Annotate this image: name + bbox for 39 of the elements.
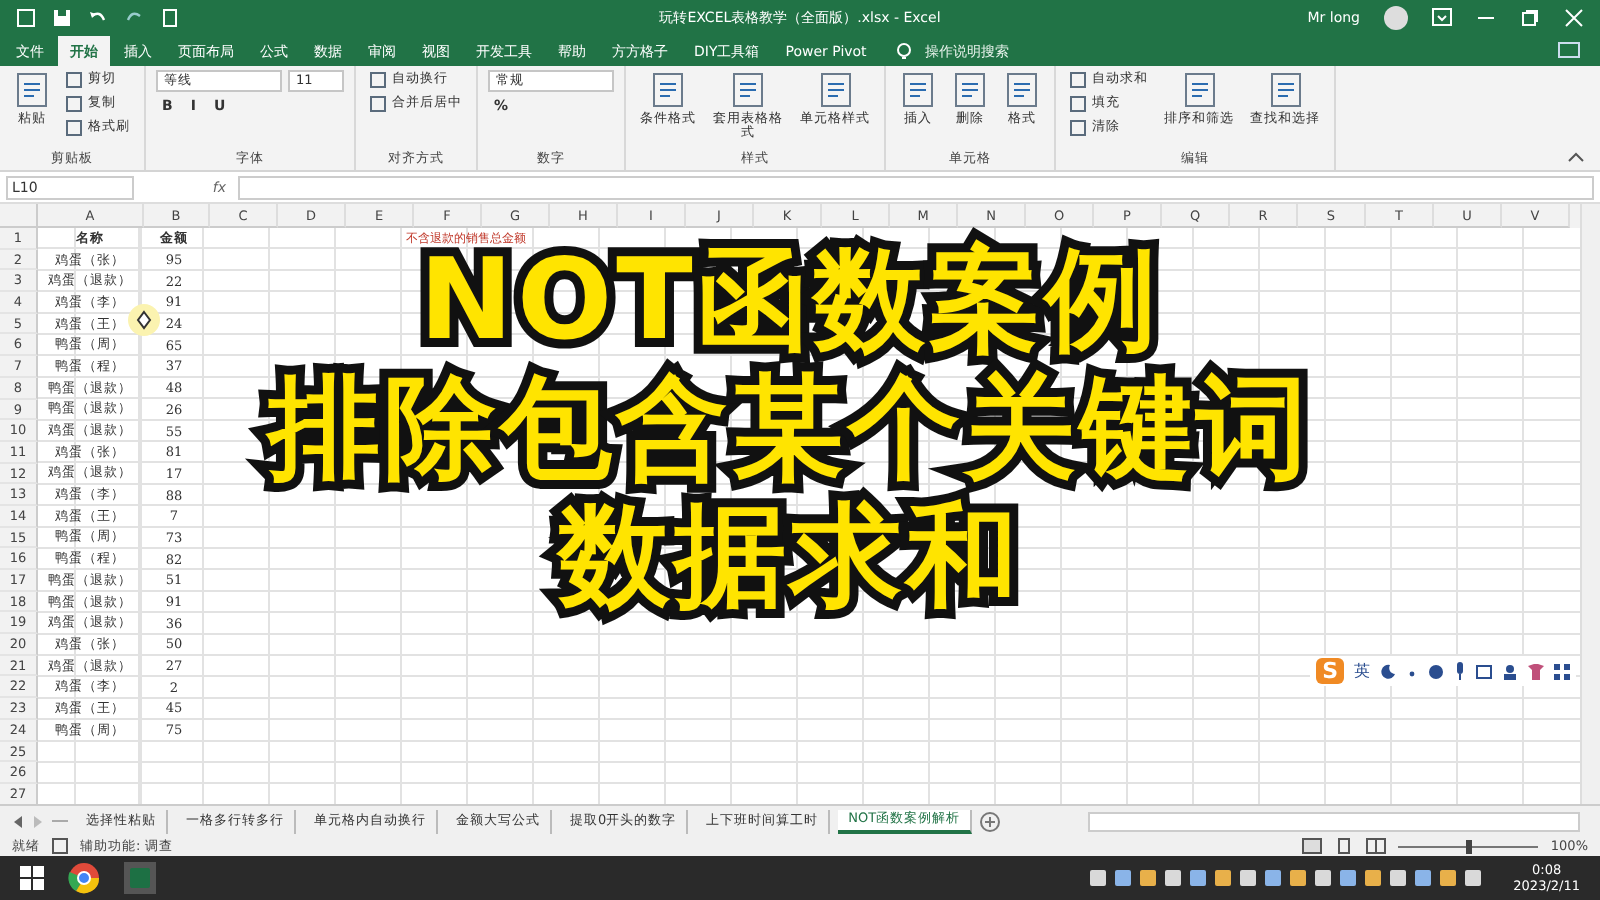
document-icon <box>1181 72 1217 108</box>
ribbon-display-icon[interactable] <box>1432 8 1452 26</box>
shirt-icon[interactable] <box>1528 663 1544 679</box>
restore-icon[interactable] <box>1520 7 1540 27</box>
add-sheet-icon[interactable] <box>980 811 1001 831</box>
vertical-scrollbar[interactable] <box>1580 204 1600 804</box>
page-break-icon[interactable] <box>1366 838 1387 854</box>
ime-logo: S <box>1316 658 1344 684</box>
ime-toolbar[interactable]: S 英 <box>1310 656 1576 686</box>
avatar-icon[interactable] <box>1384 5 1408 29</box>
person-icon[interactable] <box>1502 663 1518 679</box>
zoom-slider[interactable] <box>1466 839 1473 853</box>
document-icon <box>1004 72 1040 108</box>
windows-start-icon[interactable] <box>20 866 44 890</box>
macro-icon[interactable] <box>52 838 68 854</box>
previous-sheet-icon[interactable] <box>12 815 24 827</box>
moon-icon[interactable] <box>1380 663 1396 679</box>
collapse-ribbon-icon[interactable] <box>1568 152 1584 162</box>
browser-icon[interactable] <box>68 862 100 894</box>
keyboard-icon[interactable] <box>1476 663 1492 679</box>
formula-field[interactable] <box>238 175 1594 199</box>
document-icon <box>900 72 936 108</box>
page-layout-icon[interactable] <box>1334 838 1355 854</box>
lightbulb-icon <box>896 41 913 61</box>
horizontal-scrollbar[interactable] <box>1088 811 1580 831</box>
grid-icon[interactable] <box>1554 663 1570 679</box>
normal-view-icon[interactable] <box>1302 838 1323 854</box>
save-icon[interactable] <box>52 7 72 27</box>
document-icon <box>1267 72 1303 108</box>
microphone-icon[interactable] <box>1454 662 1466 680</box>
document-icon <box>14 72 50 108</box>
ime-mode[interactable]: 英 <box>1354 660 1370 682</box>
cursor-highlight-icon <box>128 304 160 336</box>
document-icon <box>730 72 766 108</box>
document-icon <box>952 72 988 108</box>
close-icon[interactable] <box>1564 7 1584 27</box>
document-icon <box>817 72 853 108</box>
share-icon[interactable] <box>1558 41 1580 59</box>
document-icon <box>650 72 686 108</box>
